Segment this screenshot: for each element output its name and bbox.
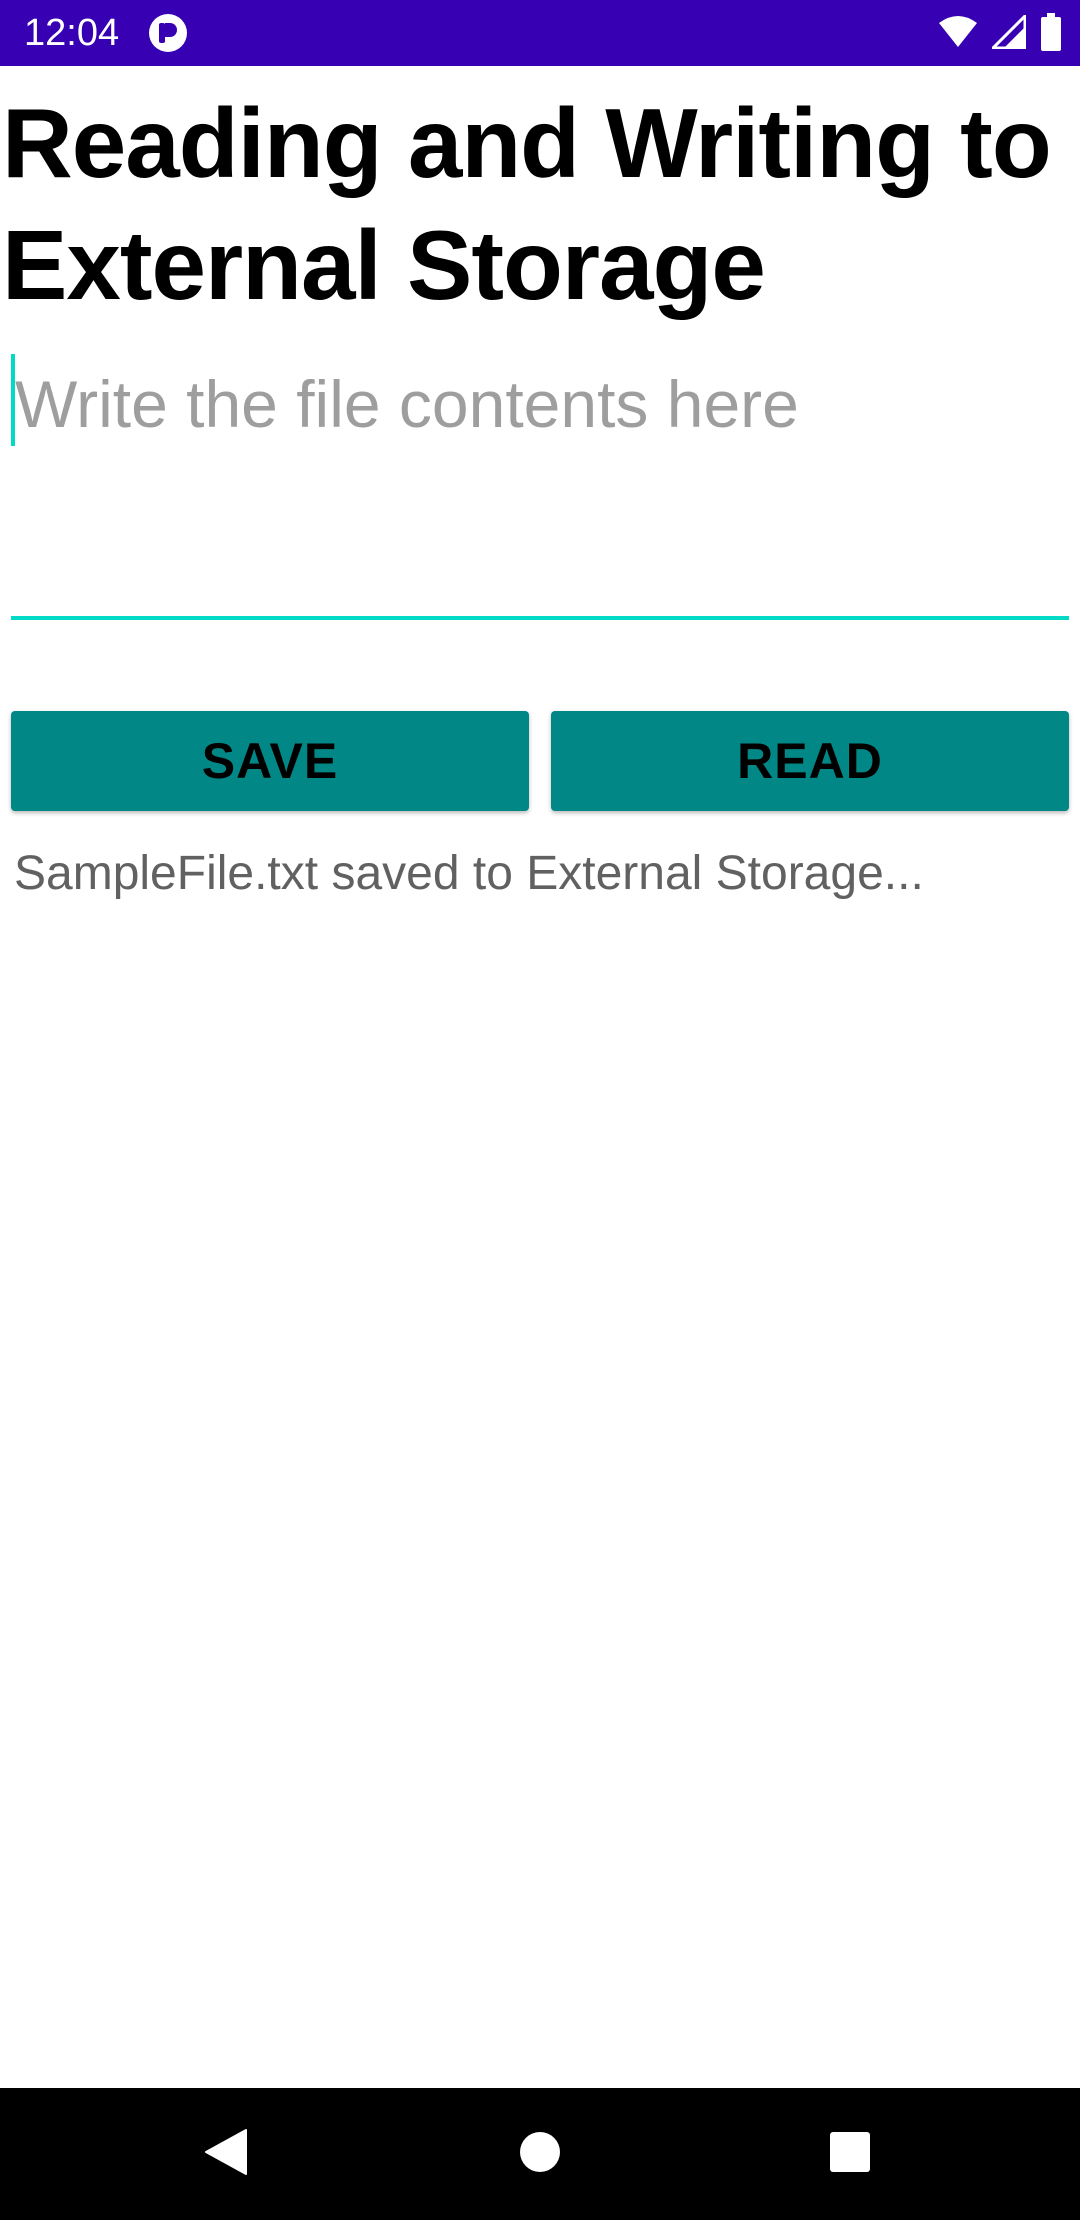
back-button[interactable] <box>146 2088 306 2220</box>
wifi-icon <box>938 15 978 54</box>
back-icon <box>204 2128 248 2181</box>
status-icons <box>938 11 1062 56</box>
status-bar: 12:04 <box>0 0 1080 66</box>
app-notification-icon <box>148 13 188 53</box>
navigation-bar <box>0 2088 1080 2220</box>
home-button[interactable] <box>460 2088 620 2220</box>
recents-icon <box>829 2131 871 2178</box>
home-icon <box>519 2131 561 2178</box>
status-time: 12:04 <box>24 12 120 54</box>
signal-icon <box>989 11 1027 54</box>
save-button[interactable]: SAVE <box>11 711 529 811</box>
recents-button[interactable] <box>770 2088 930 2220</box>
app-screen: 12:04 Reading and Writing to External St… <box>0 0 1080 2220</box>
status-message: SampleFile.txt saved to External Storage… <box>14 847 924 900</box>
page-title: Reading and Writing to External Storage <box>2 88 1052 320</box>
battery-icon <box>1040 12 1062 56</box>
text-cursor <box>11 354 15 446</box>
read-button[interactable]: READ <box>551 711 1069 811</box>
file-contents-input[interactable] <box>11 350 1069 620</box>
